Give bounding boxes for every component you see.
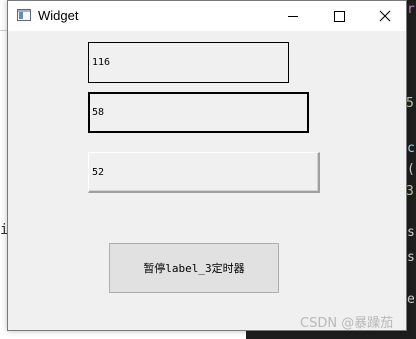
- title-bar[interactable]: Widget: [8, 1, 406, 31]
- widget-window: Widget 116 58 52 暂停label_3定时器: [7, 0, 407, 331]
- maximize-icon: [333, 10, 345, 22]
- label-3-value: 52: [92, 166, 105, 178]
- pause-button-label: 暂停label_3定时器: [143, 262, 245, 275]
- minimize-icon: [288, 15, 298, 17]
- label-1-display: 116: [88, 42, 289, 83]
- background-editor: r 5 c ( 3 s s e: [406, 0, 416, 339]
- label-1-value: 116: [92, 57, 111, 68]
- app-window-icon: [17, 9, 31, 21]
- maximize-button[interactable]: [316, 1, 362, 31]
- label-2-value: 58: [92, 107, 105, 118]
- close-button[interactable]: [362, 1, 408, 31]
- csdn-watermark: CSDN @暴躁茄: [300, 316, 394, 331]
- window-title: Widget: [38, 8, 79, 23]
- background-editor-bottom: [246, 330, 416, 339]
- label-3-display: 52: [88, 152, 320, 193]
- close-icon: [379, 10, 391, 22]
- label-2-display: 58: [88, 92, 309, 133]
- minimize-button[interactable]: [270, 1, 316, 31]
- pause-label3-timer-button[interactable]: 暂停label_3定时器: [109, 243, 279, 293]
